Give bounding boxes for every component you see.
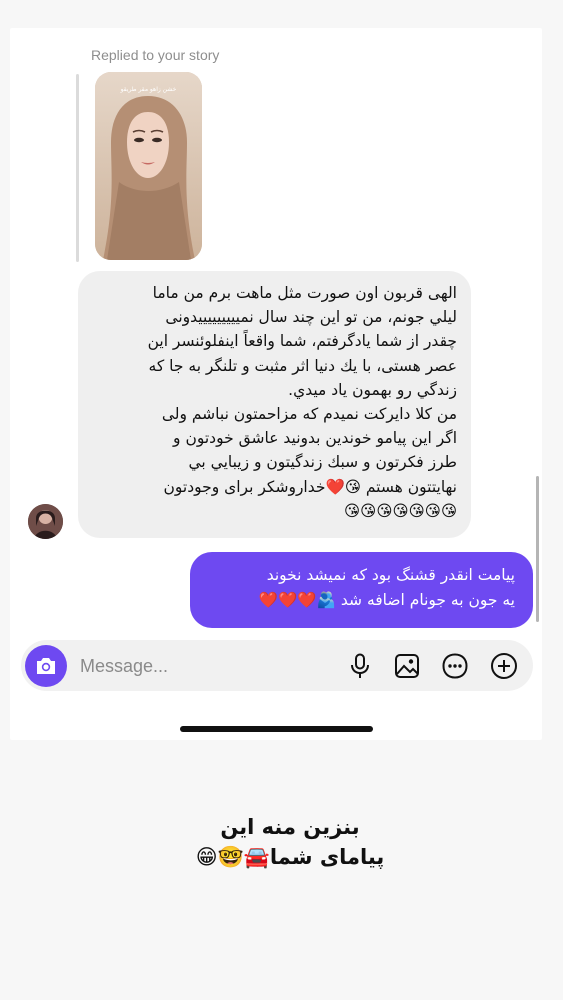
avatar-photo (28, 504, 63, 539)
story-thumbnail[interactable]: خشن زاهو مقر طريقو (95, 72, 202, 260)
camera-icon (37, 658, 55, 674)
reply-quote-bar (76, 74, 79, 262)
gallery-button[interactable] (393, 652, 421, 680)
image-icon (395, 654, 419, 678)
incoming-message-bubble[interactable]: الهى قربون اون صورت مثل ماهت برم من ماما… (78, 271, 471, 538)
incoming-message-text: الهى قربون اون صورت مثل ماهت برم من ماما… (147, 284, 457, 520)
sticker-button[interactable] (441, 652, 469, 680)
dm-thread: Replied to your story خشن زاهو مقر طريقو… (10, 28, 542, 740)
more-button[interactable] (490, 652, 518, 680)
camera-button[interactable] (25, 645, 67, 687)
replied-to-story-label: Replied to your story (91, 47, 220, 63)
story-overlay-caption: بنزين منه اين پياماى شما🚘🤓😁 (195, 815, 385, 869)
microphone-icon (351, 653, 369, 678)
story-caption: خشن زاهو مقر طريقو (120, 86, 177, 93)
outgoing-message-bubble[interactable]: پيامت انقدر قشنگ بود كه نميشد نخوند يه ج… (190, 552, 533, 628)
plus-icon (491, 653, 517, 679)
sticker-icon (442, 653, 468, 679)
microphone-button[interactable] (346, 652, 374, 680)
message-composer (21, 640, 533, 691)
sender-avatar[interactable] (28, 504, 63, 539)
outgoing-message-text: پيامت انقدر قشنگ بود كه نميشد نخوند يه ج… (258, 566, 515, 609)
message-input[interactable] (78, 651, 322, 681)
scrollbar[interactable] (536, 476, 539, 622)
home-indicator (180, 726, 373, 732)
story-photo (95, 72, 202, 260)
